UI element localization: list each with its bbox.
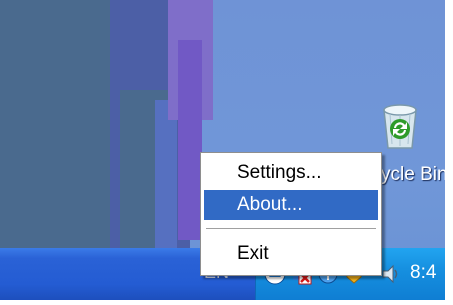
screen: ycle Bin EN 8: bbox=[0, 0, 453, 305]
frame-edge bbox=[0, 300, 453, 305]
recycle-bin-label[interactable]: ycle Bin bbox=[381, 164, 448, 186]
menu-item-settings[interactable]: Settings... bbox=[204, 158, 378, 188]
wallpaper-shape bbox=[0, 0, 120, 250]
menu-separator bbox=[206, 228, 376, 230]
tray-context-menu: Settings... About... Exit bbox=[200, 152, 382, 276]
wallpaper-shape bbox=[178, 40, 202, 240]
menu-item-exit[interactable]: Exit bbox=[204, 239, 378, 269]
clock[interactable]: 8:4 bbox=[410, 262, 436, 284]
frame-edge bbox=[445, 0, 453, 305]
wallpaper-shape bbox=[155, 100, 177, 250]
menu-item-about[interactable]: About... bbox=[204, 190, 378, 220]
recycle-bin-icon[interactable] bbox=[378, 102, 422, 152]
